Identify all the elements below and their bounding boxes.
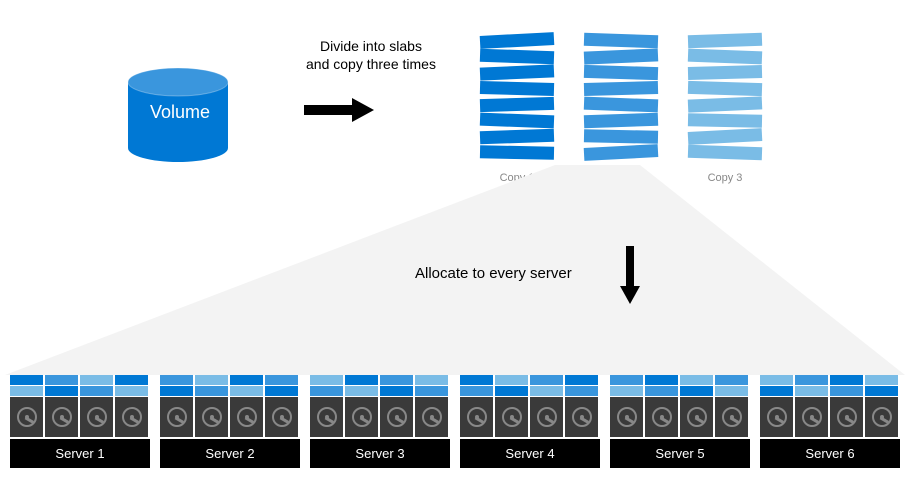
caption-divide-line2: and copy three times (306, 55, 436, 73)
copy-stack-1: Copy 1 (480, 34, 554, 184)
drive-icon (715, 397, 748, 437)
server-label: Server 5 (610, 439, 750, 468)
slab (480, 113, 554, 129)
slab (688, 128, 763, 145)
slab (480, 64, 554, 80)
arrow-right-icon (304, 98, 374, 122)
drive-icon (10, 397, 43, 437)
copies-group: Copy 1 Copy 2 Copy 3 (480, 34, 762, 184)
drive-icon (160, 397, 193, 437)
drive-icon (610, 397, 643, 437)
slab (688, 81, 762, 96)
server-slabs (10, 375, 150, 396)
copy-stack-3: Copy 3 (688, 34, 762, 184)
drive-icon (495, 397, 528, 437)
copy-stack-2: Copy 2 (584, 34, 658, 184)
server-label: Server 4 (460, 439, 600, 468)
caption-divide-line1: Divide into slabs (306, 37, 436, 55)
volume-label: Volume (150, 102, 210, 123)
slab (584, 113, 658, 129)
slab (480, 81, 554, 96)
drive-icon (45, 397, 78, 437)
drive-icon (345, 397, 378, 437)
slab (688, 96, 762, 112)
slab (584, 81, 658, 96)
server-label: Server 6 (760, 439, 900, 468)
drive-icon (830, 397, 863, 437)
drive-icon (680, 397, 713, 437)
server: Server 6 (760, 375, 900, 468)
server-label: Server 3 (310, 439, 450, 468)
drive-icon (565, 397, 598, 437)
slab (688, 145, 762, 161)
drive-icon (460, 397, 493, 437)
slab (584, 144, 659, 161)
drive-icon (265, 397, 298, 437)
server: Server 4 (460, 375, 600, 468)
drive-icon (415, 397, 448, 437)
server: Server 2 (160, 375, 300, 468)
servers-row: Server 1 Server 2 Server 3 Server 4 Serv… (10, 375, 900, 468)
drive-icon (310, 397, 343, 437)
caption-allocate: Allocate to every server (415, 265, 572, 282)
server: Server 1 (10, 375, 150, 468)
drive-icon (230, 397, 263, 437)
slab (480, 145, 554, 160)
drive-icon (645, 397, 678, 437)
drive-icon (115, 397, 148, 437)
drive-icon (195, 397, 228, 437)
slab (584, 129, 658, 144)
slab (584, 97, 658, 113)
slab (584, 65, 658, 80)
slab (688, 33, 762, 49)
caption-divide: Divide into slabs and copy three times (306, 37, 436, 73)
slab (584, 48, 658, 64)
slab (480, 129, 554, 145)
drive-icon (530, 397, 563, 437)
slab (480, 32, 555, 49)
server: Server 3 (310, 375, 450, 468)
arrow-down-icon (620, 246, 640, 304)
drive-icon (380, 397, 413, 437)
drive-row (10, 397, 150, 437)
slab (688, 113, 762, 128)
slab (584, 33, 658, 49)
server-label: Server 1 (10, 439, 150, 468)
slab (480, 97, 554, 112)
drive-icon (80, 397, 113, 437)
server: Server 5 (610, 375, 750, 468)
slab (688, 49, 762, 65)
slab (480, 49, 554, 65)
server-label: Server 2 (160, 439, 300, 468)
drive-icon (760, 397, 793, 437)
drive-icon (865, 397, 898, 437)
drive-icon (795, 397, 828, 437)
slab (688, 65, 762, 80)
